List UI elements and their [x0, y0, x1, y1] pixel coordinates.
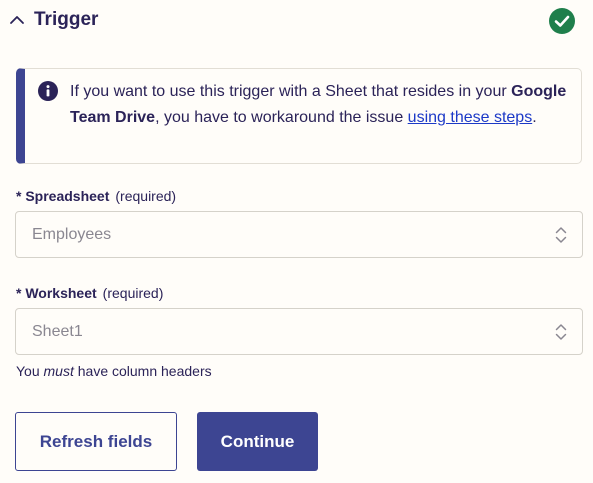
spreadsheet-label: * Spreadsheet (required): [16, 188, 176, 204]
spreadsheet-label-text: Spreadsheet: [25, 188, 110, 204]
section-header[interactable]: Trigger: [0, 0, 593, 42]
alert-text-middle: , you have to workaround the issue: [155, 109, 408, 126]
worksheet-select[interactable]: Sheet1: [15, 308, 583, 355]
hint-after: have column headers: [73, 363, 212, 379]
alert-text-after: .: [532, 109, 537, 126]
info-icon: [38, 81, 58, 101]
column-headers-hint: You must have column headers: [16, 363, 212, 379]
alert-message: If you want to use this trigger with a S…: [70, 79, 575, 131]
hint-emphasis: must: [43, 363, 74, 379]
continue-button[interactable]: Continue: [197, 412, 318, 471]
spreadsheet-value: Employees: [32, 226, 112, 243]
chevron-up-icon[interactable]: [8, 11, 26, 29]
check-circle-icon: [549, 8, 575, 34]
section-title: Trigger: [34, 9, 99, 30]
chevron-up-down-icon: [555, 227, 567, 243]
worksheet-label: * Worksheet (required): [16, 285, 163, 301]
spreadsheet-required-note: (required): [115, 188, 177, 204]
spreadsheet-asterisk: *: [16, 188, 22, 204]
refresh-fields-button[interactable]: Refresh fields: [15, 412, 177, 471]
info-alert: If you want to use this trigger with a S…: [16, 68, 582, 164]
alert-text-before: If you want to use this trigger with a S…: [70, 83, 512, 100]
worksheet-asterisk: *: [16, 285, 22, 301]
worksheet-label-text: Worksheet: [25, 285, 97, 301]
steps-link[interactable]: using these steps: [408, 109, 533, 126]
spreadsheet-select[interactable]: Employees: [15, 211, 583, 258]
worksheet-value: Sheet1: [32, 323, 83, 340]
chevron-up-down-icon: [555, 324, 567, 340]
worksheet-required-note: (required): [102, 285, 164, 301]
hint-before: You: [16, 363, 44, 379]
